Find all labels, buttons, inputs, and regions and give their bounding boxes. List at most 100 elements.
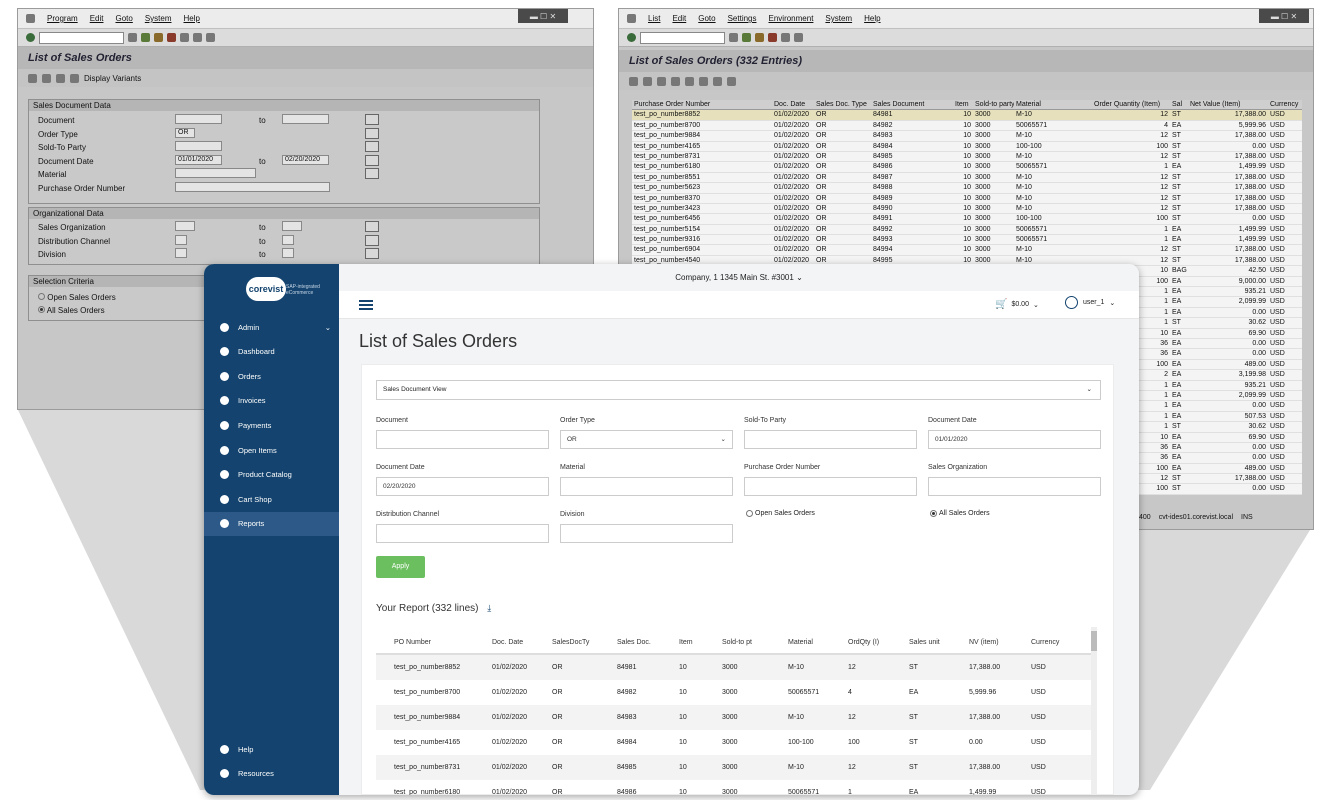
command-field[interactable] (39, 31, 124, 44)
menu-settings[interactable]: Settings (728, 14, 757, 23)
column-header[interactable]: Sales Doc. (617, 639, 679, 646)
grid-column-header[interactable]: Doc. Date (772, 100, 814, 109)
division-input[interactable] (560, 524, 733, 543)
table-row[interactable]: test_po_number9884 01/02/2020 OR 84983 10 300… (376, 705, 1094, 730)
print-icon[interactable] (781, 33, 790, 42)
grid-column-header[interactable]: Sold-to party (973, 100, 1014, 109)
radio-open-orders[interactable]: Open Sales Orders (38, 292, 116, 303)
sort-asc-icon[interactable] (643, 76, 652, 86)
details-icon[interactable] (629, 76, 638, 86)
radio-all-orders[interactable]: All Sales Orders (930, 510, 990, 517)
po-number-input[interactable] (744, 477, 917, 496)
apply-button[interactable]: Apply (376, 556, 425, 578)
column-header[interactable]: Sold-to pt (722, 639, 788, 646)
company-selector[interactable]: Company, 1 1345 Main St. #3001 ⌄ (339, 264, 1139, 291)
dist-channel-to-input[interactable] (282, 235, 294, 245)
table-row[interactable]: test_po_number4165 01/02/2020 OR 84984 10 300… (376, 730, 1094, 755)
multiple-selection-button[interactable] (365, 235, 379, 246)
division-input[interactable] (175, 248, 187, 258)
menu-system[interactable]: System (145, 14, 172, 23)
print-icon[interactable] (180, 33, 189, 42)
dist-channel-input[interactable] (376, 524, 549, 543)
print-icon[interactable] (699, 76, 708, 86)
material-input[interactable] (560, 477, 733, 496)
document-to-input[interactable] (282, 114, 329, 124)
column-header[interactable]: Doc. Date (492, 639, 552, 646)
corevist-logo[interactable]: corevist (246, 277, 286, 301)
menu-help[interactable]: Help (864, 14, 880, 23)
radio-open-orders[interactable]: Open Sales Orders (746, 510, 815, 517)
save-icon[interactable] (128, 33, 137, 42)
sidebar-item-invoices[interactable]: Invoices (204, 389, 339, 413)
sales-org-input[interactable] (928, 477, 1101, 496)
sum-icon[interactable] (685, 76, 694, 86)
menu-icon[interactable] (627, 14, 636, 23)
grid-column-header[interactable]: Purchase Order Number (632, 100, 772, 109)
window-controls[interactable]: ▬ ☐ ✕ (518, 9, 568, 23)
grid-row[interactable]: test_po_number6456 01/02/2020 OR 84991 10 300… (632, 214, 1302, 225)
multiple-selection-button[interactable] (365, 248, 379, 259)
document-date-to-input[interactable]: 02/20/2020 (282, 155, 329, 165)
order-type-select[interactable]: OR ⌄ (560, 430, 733, 449)
help-icon[interactable] (206, 33, 215, 42)
column-header[interactable]: Sales unit (909, 639, 969, 646)
grid-row[interactable]: test_po_number8700 01/02/2020 OR 84982 10 300… (632, 120, 1302, 132)
material-input[interactable] (175, 168, 256, 178)
table-scroll-thumb[interactable] (1091, 631, 1097, 651)
document-from-input[interactable] (175, 114, 222, 124)
menu-goto[interactable]: Goto (115, 14, 132, 23)
po-number-input[interactable] (175, 182, 330, 192)
download-icon[interactable]: ⤓ (487, 603, 491, 613)
menu-system[interactable]: System (825, 14, 852, 23)
save-icon[interactable] (729, 33, 738, 42)
grid-column-header[interactable]: Sal (1170, 100, 1188, 109)
display-variants-button[interactable]: Display Variants (84, 74, 141, 83)
filter-icon[interactable] (671, 76, 680, 86)
check-icon[interactable] (627, 33, 636, 42)
column-header[interactable]: Currency (1031, 639, 1091, 646)
find-icon[interactable] (193, 33, 202, 42)
grid-column-header[interactable]: Sales Doc. Type (814, 100, 871, 109)
document-date-from-input[interactable]: 01/01/2020 (928, 430, 1101, 449)
menu-edit[interactable]: Edit (90, 14, 104, 23)
radio-all-orders[interactable]: All Sales Orders (38, 305, 105, 316)
sidebar-item-orders[interactable]: Orders (204, 364, 339, 388)
sidebar-item-admin[interactable]: Admin ⌄ (204, 315, 339, 339)
sales-org-input[interactable] (175, 221, 195, 231)
division-to-input[interactable] (282, 248, 294, 258)
grid-row[interactable]: test_po_number8731 01/02/2020 OR 84985 10 300… (632, 151, 1302, 163)
grid-row[interactable]: test_po_number6180 01/02/2020 OR 84986 10 300… (632, 162, 1302, 173)
menu-help[interactable]: Help (184, 14, 200, 23)
sidebar-item-cart-shop[interactable]: Cart Shop (204, 487, 339, 511)
info-icon[interactable] (70, 73, 79, 83)
grid-column-header[interactable]: Sales Document (871, 100, 953, 109)
grid-row[interactable]: test_po_number9884 01/02/2020 OR 84983 10 300… (632, 131, 1302, 142)
save-variant-icon[interactable] (56, 73, 65, 83)
table-row[interactable]: test_po_number8700 01/02/2020 OR 84982 10 300… (376, 680, 1094, 705)
grid-row[interactable]: test_po_number8551 01/02/2020 OR 84987 10 300… (632, 172, 1302, 184)
grid-column-header[interactable]: Item (953, 100, 973, 109)
cancel-icon[interactable] (167, 33, 176, 42)
check-icon[interactable] (26, 33, 35, 42)
menu-goto[interactable]: Goto (698, 14, 715, 23)
cart-button[interactable]: 🛒 $0.00 ⌄ (995, 299, 1039, 310)
grid-column-header[interactable]: Order Quantity (Item) (1092, 100, 1170, 109)
column-header[interactable]: OrdQty (I) (848, 639, 909, 646)
cancel-icon[interactable] (768, 33, 777, 42)
sidebar-item-open-items[interactable]: Open Items (204, 438, 339, 462)
document-date-from-input[interactable]: 01/01/2020 (175, 155, 222, 165)
dist-channel-input[interactable] (175, 235, 187, 245)
hamburger-menu-icon[interactable] (359, 300, 373, 310)
menu-icon[interactable] (26, 14, 35, 23)
document-input[interactable] (376, 430, 549, 449)
window-controls[interactable]: ▬ ☐ ✕ (1259, 9, 1309, 23)
sidebar-item-resources[interactable]: Resources (204, 762, 339, 786)
column-header[interactable]: SalesDocTy (552, 639, 617, 646)
grid-row[interactable]: test_po_number9316 01/02/2020 OR 84993 10 300… (632, 235, 1302, 246)
variant-icon[interactable] (42, 73, 51, 83)
grid-row[interactable]: test_po_number5154 01/02/2020 OR 84992 10 300… (632, 224, 1302, 236)
command-field[interactable] (640, 31, 725, 44)
back-icon[interactable] (141, 33, 150, 42)
sold-to-input[interactable] (175, 141, 222, 151)
multiple-selection-button[interactable] (365, 168, 379, 179)
